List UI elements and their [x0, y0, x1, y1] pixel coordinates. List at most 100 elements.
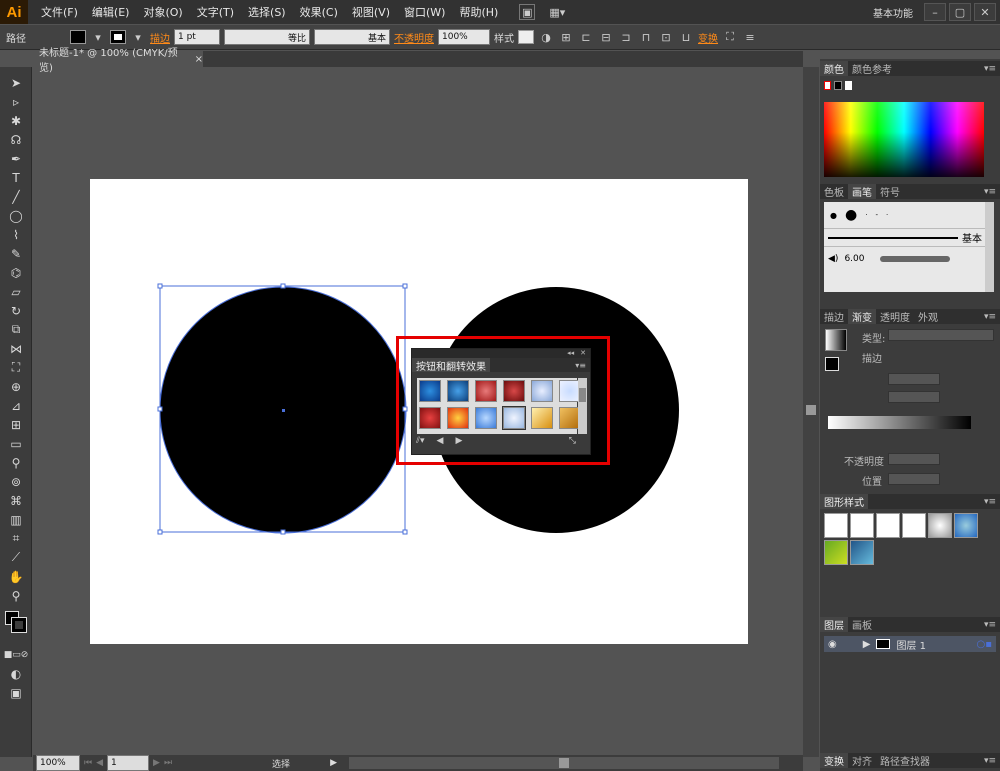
brush-dot[interactable]: · [865, 211, 867, 219]
blob-brush-tool-icon[interactable]: ⌬ [0, 263, 32, 282]
symbol-swatch[interactable] [447, 380, 469, 402]
tab-layers[interactable]: 图层 [820, 617, 848, 632]
stroke-color-box[interactable] [11, 617, 27, 633]
horizontal-scrollbar[interactable] [348, 757, 779, 769]
panel-menu-icon[interactable]: ▾≡ [984, 312, 996, 322]
tab-graphic-styles[interactable]: 图形样式 [820, 494, 868, 509]
width-tool-icon[interactable]: ⋈ [0, 339, 32, 358]
symbol-swatch[interactable] [502, 406, 526, 430]
layer-target-icon[interactable]: ○▪ [976, 639, 992, 650]
symbol-swatch[interactable] [475, 407, 497, 429]
mesh-tool-icon[interactable]: ⊞ [0, 415, 32, 434]
pencil-tool-icon[interactable]: ✎ [0, 244, 32, 263]
opacity-field[interactable]: 100% [438, 29, 490, 45]
close-tab-icon[interactable]: × [195, 54, 203, 65]
fill-swatch[interactable] [70, 30, 86, 44]
gradient-fill-box[interactable] [825, 357, 839, 371]
style-swatch[interactable] [902, 513, 926, 538]
minimize-button[interactable]: – [924, 3, 946, 21]
align-left-icon[interactable]: ⊏ [578, 29, 594, 45]
symbol-swatch[interactable] [419, 380, 441, 402]
tab-transparency[interactable]: 透明度 [876, 309, 914, 324]
close-panel-icon[interactable]: ✕ [580, 349, 586, 358]
maximize-button[interactable]: ▢ [949, 3, 971, 21]
zoom-field[interactable]: 100% [36, 755, 80, 771]
menu-effect[interactable]: 效果(C) [293, 4, 345, 20]
workspace-switcher[interactable]: 基本功能 [873, 5, 913, 20]
stroke-weight-field[interactable]: 1 pt [174, 29, 220, 45]
brush-dot[interactable]: · [886, 211, 888, 219]
selection-tool-icon[interactable]: ➤ [0, 73, 32, 92]
type-tool-icon[interactable]: T [0, 168, 32, 187]
tab-swatches[interactable]: 色板 [820, 184, 848, 199]
style-swatch[interactable] [876, 513, 900, 538]
panel-menu-icon[interactable]: ▾≡ [575, 361, 586, 370]
fill-stroke-widget[interactable] [0, 605, 31, 645]
lasso-tool-icon[interactable]: ☊ [0, 130, 32, 149]
align-selection-icon[interactable]: ⊞ [558, 29, 574, 45]
tab-stroke[interactable]: 描边 [820, 309, 848, 324]
symbol-swatch[interactable] [531, 407, 553, 429]
variable-width-profile[interactable]: 等比 [224, 29, 310, 45]
line-tool-icon[interactable]: ╱ [0, 187, 32, 206]
last-artboard-icon[interactable]: ⏭ [164, 758, 172, 768]
symbol-swatch[interactable] [447, 407, 469, 429]
tab-align[interactable]: 对齐 [848, 753, 876, 768]
menu-file[interactable]: 文件(F) [34, 4, 85, 20]
style-swatch[interactable] [928, 513, 952, 538]
shape-builder-tool-icon[interactable]: ⊕ [0, 377, 32, 396]
align-top-icon[interactable]: ⊓ [638, 29, 654, 45]
expand-layer-icon[interactable]: ▶ [863, 639, 871, 650]
symbol-swatch[interactable] [419, 407, 441, 429]
gradient-thumbnail[interactable] [825, 329, 847, 351]
panel-menu-icon[interactable]: ▾≡ [984, 497, 996, 507]
align-bottom-icon[interactable]: ⊔ [678, 29, 694, 45]
tab-appearance[interactable]: 外观 [914, 309, 942, 324]
opacity-link[interactable]: 不透明度 [394, 30, 434, 45]
slice-tool-icon[interactable]: ⟋ [0, 548, 32, 567]
tab-gradient[interactable]: 渐变 [848, 309, 876, 324]
tab-pathfinder[interactable]: 路径查找器 [876, 753, 934, 768]
visibility-eye-icon[interactable]: ◉ [828, 639, 837, 650]
blend-tool-icon[interactable]: ⊚ [0, 472, 32, 491]
stroke-link[interactable]: 描边 [150, 30, 170, 45]
isolate-icon[interactable]: ⛶ [722, 29, 738, 45]
brush-dot[interactable]: - [875, 211, 878, 219]
menu-view[interactable]: 视图(V) [345, 4, 397, 20]
previous-library-icon[interactable]: ◀ [437, 436, 444, 446]
free-transform-tool-icon[interactable]: ⛶ [0, 358, 32, 377]
gradient-tool-icon[interactable]: ▭ [0, 434, 32, 453]
menu-select[interactable]: 选择(S) [241, 4, 293, 20]
tab-transform[interactable]: 变换 [820, 753, 848, 768]
hand-tool-icon[interactable]: ✋ [0, 567, 32, 586]
brush-dot[interactable]: ● [830, 211, 837, 220]
chevron-down-icon[interactable]: ▾ [90, 29, 106, 45]
ellipse-tool-icon[interactable]: ◯ [0, 206, 32, 225]
menu-help[interactable]: 帮助(H) [452, 4, 505, 20]
next-library-icon[interactable]: ▶ [455, 436, 462, 446]
perspective-grid-tool-icon[interactable]: ⊿ [0, 396, 32, 415]
drawing-mode-icon[interactable]: ◐ [0, 664, 32, 683]
scale-tool-icon[interactable]: ⧉ [0, 320, 32, 339]
direct-selection-tool-icon[interactable]: ▹ [0, 92, 32, 111]
symbol-grid-scrollbar[interactable] [578, 378, 587, 434]
chevron-down-icon[interactable]: ▾ [130, 29, 146, 45]
white-swatch[interactable] [844, 81, 853, 90]
artboard-number-field[interactable]: 1 [107, 755, 150, 771]
library-menu-icon[interactable]: ⫽▾ [416, 436, 425, 446]
gradient-position-field[interactable] [888, 473, 940, 485]
close-window-button[interactable]: ✕ [974, 3, 996, 21]
align-right-icon[interactable]: ⊐ [618, 29, 634, 45]
gradient-type-select[interactable] [888, 329, 994, 341]
tab-artboards[interactable]: 画板 [848, 617, 876, 632]
brush-scrollbar[interactable] [985, 202, 994, 292]
color-mode-icons[interactable]: ■▭⊘ [0, 645, 32, 664]
style-swatch[interactable] [850, 540, 874, 565]
color-spectrum[interactable] [824, 102, 984, 177]
gradient-angle-field[interactable] [888, 373, 940, 385]
pen-tool-icon[interactable]: ✒ [0, 149, 32, 168]
bridge-icon[interactable]: ▣ [519, 4, 536, 20]
tab-color-guide[interactable]: 颜色参考 [848, 61, 896, 76]
recolor-icon[interactable]: ◑ [538, 29, 554, 45]
tab-color[interactable]: 颜色 [820, 61, 848, 76]
